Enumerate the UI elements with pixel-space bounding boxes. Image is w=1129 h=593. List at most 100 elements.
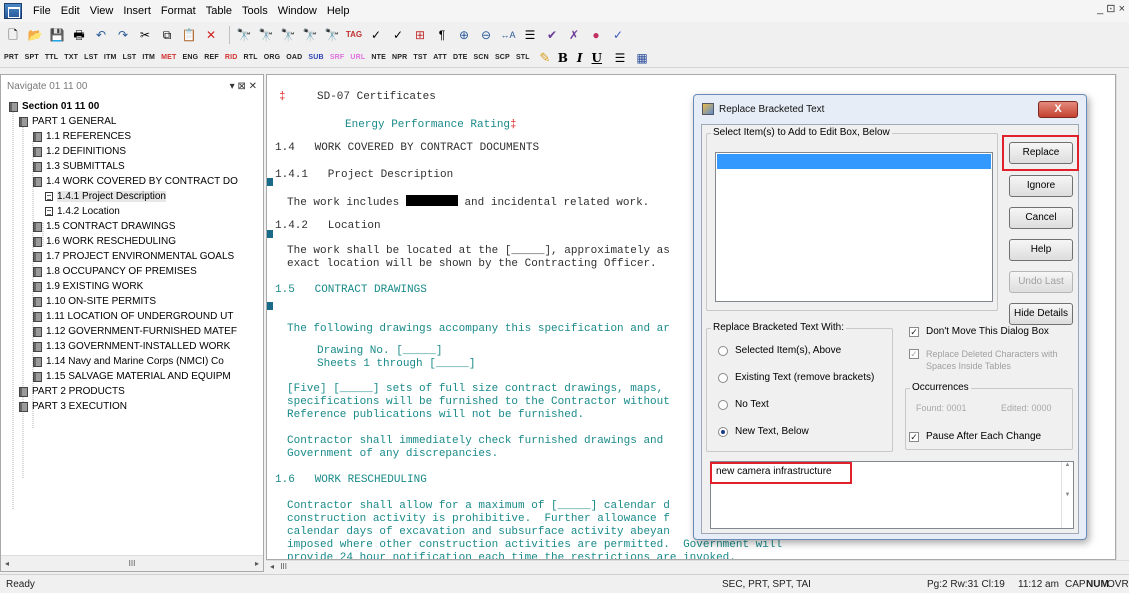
zoom-out-icon[interactable]: ⊖ bbox=[477, 26, 495, 44]
tree-item-part2[interactable]: PART 2 PRODUCTS bbox=[19, 384, 125, 399]
radio-existing-text[interactable]: Existing Text (remove brackets) bbox=[718, 372, 874, 383]
pin-icon[interactable]: ● bbox=[587, 26, 605, 44]
cancel-button[interactable]: Cancel bbox=[1009, 207, 1073, 229]
checkbox-box[interactable]: ✓ bbox=[909, 431, 919, 442]
replace-deleted-checkbox[interactable]: ✓ Replace Deleted Characters with Spaces… bbox=[909, 348, 1069, 372]
ignore-button[interactable]: Ignore bbox=[1009, 175, 1073, 197]
uncheck-icon[interactable]: ✗ bbox=[565, 26, 583, 44]
table-icon[interactable]: ▦ bbox=[633, 49, 651, 67]
tree-item-1-7[interactable]: 1.7 PROJECT ENVIRONMENTAL GOALS bbox=[33, 249, 234, 264]
paragraph-mark-icon[interactable]: ¶ bbox=[433, 26, 451, 44]
selected-list-item[interactable] bbox=[717, 154, 991, 169]
tag-dte[interactable]: DTE bbox=[453, 54, 468, 61]
tree-item-1-2[interactable]: 1.2 DEFINITIONS bbox=[33, 144, 126, 159]
scroll-left-icon[interactable]: ◂ bbox=[270, 562, 274, 571]
highlighted-bracket[interactable] bbox=[405, 195, 458, 206]
tag-lst-2[interactable]: LST bbox=[123, 54, 137, 61]
scroll-left-icon[interactable]: ◂ bbox=[5, 559, 9, 568]
find-bracket-icon[interactable]: 🔭 bbox=[279, 26, 297, 44]
menu-format[interactable]: Format bbox=[156, 0, 201, 22]
underline-button[interactable]: U bbox=[592, 51, 602, 65]
tag-rtl[interactable]: RTL bbox=[244, 54, 258, 61]
tag-lst[interactable]: LST bbox=[84, 54, 98, 61]
tree-item-1-4[interactable]: 1.4 WORK COVERED BY CONTRACT DO bbox=[33, 174, 238, 189]
tag-att[interactable]: ATT bbox=[433, 54, 447, 61]
tag-spt[interactable]: SPT bbox=[25, 54, 39, 61]
dont-move-checkbox[interactable]: ✓ Don't Move This Dialog Box bbox=[909, 326, 1049, 337]
textbox-scrollbar[interactable]: ▲ ▼ bbox=[1061, 462, 1073, 528]
tag-icon[interactable]: TAG bbox=[345, 26, 363, 44]
replace-find-icon[interactable]: 🔭 bbox=[323, 26, 341, 44]
check-icon[interactable]: ✔ bbox=[543, 26, 561, 44]
tag-itm-2[interactable]: ITM bbox=[142, 54, 155, 61]
menu-help[interactable]: Help bbox=[322, 0, 355, 22]
tree-item-1-14[interactable]: 1.14 Navy and Marine Corps (NMCI) Co bbox=[33, 354, 224, 369]
radio-new-text[interactable]: New Text, Below bbox=[718, 426, 809, 437]
tag-oad[interactable]: OAD bbox=[286, 54, 302, 61]
radio-circle[interactable] bbox=[718, 372, 728, 383]
help-button[interactable]: Help bbox=[1009, 239, 1073, 261]
tree-item-1-15[interactable]: 1.15 SALVAGE MATERIAL AND EQUIPM bbox=[33, 369, 231, 384]
items-listbox[interactable] bbox=[715, 152, 993, 302]
nav-horizontal-scrollbar[interactable]: ◂ III ▸ bbox=[1, 555, 263, 571]
tree-item-part1[interactable]: PART 1 GENERAL bbox=[19, 114, 116, 129]
tree-item-1-9[interactable]: 1.9 EXISTING WORK bbox=[33, 279, 143, 294]
tree-item-1-11[interactable]: 1.11 LOCATION OF UNDERGROUND UT bbox=[33, 309, 233, 324]
find-next-icon[interactable]: 🔭 bbox=[257, 26, 275, 44]
checkbox-box[interactable]: ✓ bbox=[909, 349, 919, 359]
track-icon[interactable]: ⊞ bbox=[411, 26, 429, 44]
bold-button[interactable]: B bbox=[558, 51, 568, 65]
tag-prt[interactable]: PRT bbox=[4, 54, 19, 61]
tree-item-1-12[interactable]: 1.12 GOVERNMENT-FURNISHED MATEF bbox=[33, 324, 237, 339]
tree-item-1-6[interactable]: 1.6 WORK RESCHEDULING bbox=[33, 234, 176, 249]
open-folder-icon[interactable]: 📂 bbox=[26, 26, 44, 44]
tag-npr[interactable]: NPR bbox=[392, 54, 407, 61]
undo-icon[interactable]: ↶ bbox=[92, 26, 110, 44]
tree-item-1-13[interactable]: 1.13 GOVERNMENT-INSTALLED WORK bbox=[33, 339, 230, 354]
scroll-right-icon[interactable]: ▸ bbox=[255, 559, 259, 568]
tree-item-part3[interactable]: PART 3 EXECUTION bbox=[19, 399, 127, 414]
tree-item-1-1[interactable]: 1.1 REFERENCES bbox=[33, 129, 131, 144]
pause-checkbox[interactable]: ✓ Pause After Each Change bbox=[909, 431, 1041, 442]
tree-item-1-3[interactable]: 1.3 SUBMITTALS bbox=[33, 159, 125, 174]
tag-ref[interactable]: REF bbox=[204, 54, 219, 61]
tree-item-1-4-2[interactable]: 1.4.2 Location bbox=[45, 204, 120, 219]
tree-item-1-10[interactable]: 1.10 ON-SITE PERMITS bbox=[33, 294, 156, 309]
zoom-in-icon[interactable]: ⊕ bbox=[455, 26, 473, 44]
spell-check-icon[interactable]: ✓ bbox=[367, 26, 385, 44]
tag-sub[interactable]: SUB bbox=[308, 54, 323, 61]
scroll-thumb[interactable]: III bbox=[129, 559, 136, 568]
align-icon[interactable]: ☰ bbox=[611, 49, 629, 67]
text-size-icon[interactable]: ↔A bbox=[499, 26, 517, 44]
radio-circle-selected[interactable] bbox=[718, 426, 728, 437]
tag-met[interactable]: MET bbox=[161, 54, 176, 61]
menu-window[interactable]: Window bbox=[273, 0, 322, 22]
checkbox-box[interactable]: ✓ bbox=[909, 326, 919, 337]
document-horizontal-scrollbar[interactable]: ◂ III bbox=[266, 560, 1129, 573]
scroll-thumb[interactable]: III bbox=[280, 562, 287, 571]
delete-icon[interactable]: ✕ bbox=[202, 26, 220, 44]
menu-edit[interactable]: Edit bbox=[56, 0, 85, 22]
tag-txt[interactable]: TXT bbox=[64, 54, 78, 61]
tag-rid[interactable]: RID bbox=[225, 54, 238, 61]
tree-item-1-4-1[interactable]: 1.4.1 Project Description bbox=[45, 189, 166, 204]
print-icon[interactable]: 🖶 bbox=[70, 26, 88, 44]
tag-stl[interactable]: STL bbox=[516, 54, 530, 61]
document-vertical-scrollbar[interactable] bbox=[1116, 74, 1129, 560]
radio-circle[interactable] bbox=[718, 345, 728, 356]
paste-icon[interactable]: 📋 bbox=[180, 26, 198, 44]
tag-itm[interactable]: ITM bbox=[104, 54, 117, 61]
tag-ttl[interactable]: TTL bbox=[45, 54, 58, 61]
list-icon[interactable]: ☰ bbox=[521, 26, 539, 44]
menu-insert[interactable]: Insert bbox=[118, 0, 156, 22]
tag-org[interactable]: ORG bbox=[264, 54, 281, 61]
close-button[interactable]: X bbox=[1038, 101, 1078, 118]
redo-icon[interactable]: ↷ bbox=[114, 26, 132, 44]
tag-tst[interactable]: TST bbox=[413, 54, 427, 61]
checkmark-icon[interactable]: ✓ bbox=[609, 26, 627, 44]
tag-scn[interactable]: SCN bbox=[474, 54, 489, 61]
grammar-icon[interactable]: ✓ bbox=[389, 26, 407, 44]
undo-last-button[interactable]: Undo Last bbox=[1009, 271, 1073, 293]
tag-srf[interactable]: SRF bbox=[330, 54, 345, 61]
find-icon[interactable]: 🔭 bbox=[235, 26, 253, 44]
